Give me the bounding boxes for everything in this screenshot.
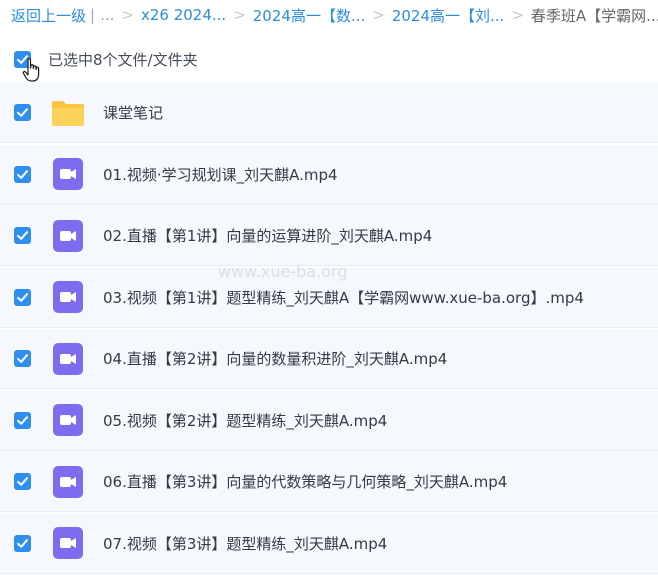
checkmark-icon <box>17 354 28 363</box>
checkmark-icon <box>17 292 28 302</box>
file-name[interactable]: 课堂笔记 <box>103 102 163 123</box>
file-name[interactable]: 03.视频【第1讲】题型精练_刘天麒A【学霸网www.xue-ba.org】.m… <box>103 287 584 308</box>
file-row[interactable]: 07.视频【第3讲】题型精练_刘天麒A.mp4 <box>0 513 658 574</box>
video-file-icon <box>53 404 83 436</box>
row-checkbox[interactable] <box>14 473 31 490</box>
breadcrumb-separator: > <box>233 6 246 24</box>
file-name[interactable]: 01.视频·学习规划课_刘天麒A.mp4 <box>103 164 338 185</box>
checkmark-icon <box>17 108 28 117</box>
file-row[interactable]: 01.视频·学习规划课_刘天麒A.mp4 <box>0 144 658 205</box>
back-link[interactable]: 返回上一级 <box>11 5 86 26</box>
checkmark-icon <box>17 415 28 425</box>
file-row[interactable]: 06.直播【第3讲】向量的代数策略与几何策略_刘天麒A.mp4 <box>0 452 658 512</box>
video-file-icon <box>53 281 83 313</box>
checkmark-icon <box>17 538 28 548</box>
selection-bar: 已选中8个文件/文件夹 <box>0 44 658 74</box>
file-list: 课堂笔记 01.视频·学习规划课_刘天麒A.mp4 02.直播【第1讲】向量的运算进… <box>0 83 658 575</box>
selection-count-text: 已选中8个文件/文件夹 <box>48 50 198 69</box>
file-name[interactable]: 02.直播【第1讲】向量的运算进阶_刘天麒A.mp4 <box>103 225 432 246</box>
file-row[interactable]: 05.视频【第2讲】题型精练_刘天麒A.mp4 <box>0 390 658 451</box>
breadcrumb-item-3[interactable]: 2024高一【刘... <box>392 5 504 26</box>
video-file-icon <box>53 219 83 252</box>
folder-row[interactable]: 课堂笔记 <box>0 83 658 143</box>
row-checkbox[interactable] <box>14 104 31 121</box>
breadcrumb-item-1[interactable]: x26 2024... <box>141 6 226 24</box>
file-name[interactable]: 04.直播【第2讲】向量的数量积进阶_刘天麒A.mp4 <box>103 348 447 369</box>
breadcrumb: 返回上一级 | ... > x26 2024... > 2024高一【数... … <box>0 0 658 30</box>
row-checkbox[interactable] <box>14 227 31 244</box>
checkmark-icon <box>17 477 28 486</box>
video-file-icon <box>53 465 83 498</box>
folder-icon <box>52 100 84 126</box>
row-checkbox[interactable] <box>14 534 31 552</box>
row-checkbox[interactable] <box>14 165 31 183</box>
file-row[interactable]: 02.直播【第1讲】向量的运算进阶_刘天麒A.mp4 <box>0 206 658 266</box>
breadcrumb-item-2[interactable]: 2024高一【数... <box>253 5 365 26</box>
row-checkbox[interactable] <box>14 350 31 367</box>
checkmark-icon <box>17 169 28 179</box>
file-row[interactable]: 03.视频【第1讲】题型精练_刘天麒A【学霸网www.xue-ba.org】.m… <box>0 267 658 328</box>
breadcrumb-ellipsis[interactable]: ... <box>100 6 114 24</box>
row-checkbox[interactable] <box>14 288 31 306</box>
hand-cursor-icon <box>22 58 40 82</box>
breadcrumb-separator: > <box>511 6 524 24</box>
file-row[interactable]: 04.直播【第2讲】向量的数量积进阶_刘天麒A.mp4 <box>0 329 658 389</box>
breadcrumb-current: 春季班A【学霸网... <box>530 6 658 25</box>
breadcrumb-separator: > <box>121 6 134 24</box>
file-name[interactable]: 07.视频【第3讲】题型精练_刘天麒A.mp4 <box>103 533 387 554</box>
breadcrumb-separator: > <box>372 6 385 24</box>
breadcrumb-divider: | <box>90 6 96 24</box>
file-name[interactable]: 05.视频【第2讲】题型精练_刘天麒A.mp4 <box>103 410 387 431</box>
file-name[interactable]: 06.直播【第3讲】向量的代数策略与几何策略_刘天麒A.mp4 <box>103 471 507 492</box>
row-checkbox[interactable] <box>14 411 31 429</box>
video-file-icon <box>53 342 83 375</box>
checkmark-icon <box>17 231 28 240</box>
video-file-icon <box>53 527 83 559</box>
video-file-icon <box>53 158 83 190</box>
